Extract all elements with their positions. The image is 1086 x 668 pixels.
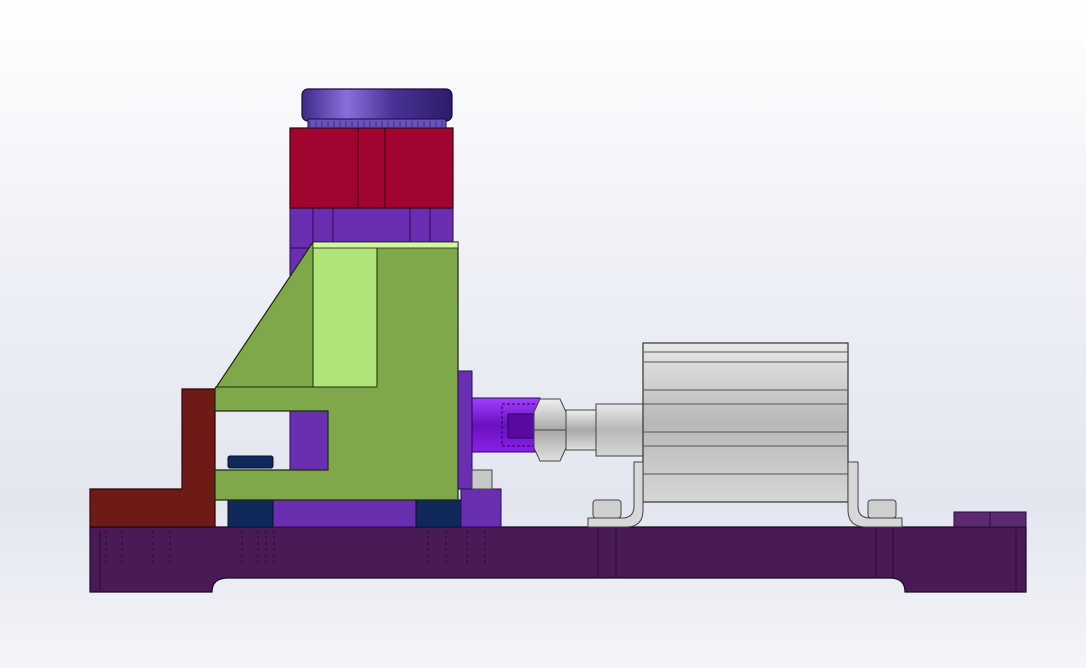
base-plate[interactable] [89, 526, 1027, 593]
navy-spacer-right[interactable] [415, 499, 462, 528]
red-bracket[interactable] [89, 388, 216, 528]
crimson-block[interactable] [289, 127, 454, 209]
hex-nut[interactable] [533, 398, 597, 462]
navy-spacer-left[interactable] [227, 499, 274, 528]
cad-viewport[interactable] [0, 0, 1086, 668]
right-boss[interactable] [953, 511, 1027, 528]
navy-pad[interactable] [227, 455, 274, 469]
cylinder-foot-left[interactable] [587, 461, 644, 528]
violet-coupling[interactable] [471, 397, 541, 453]
cylinder-foot-right[interactable] [847, 461, 903, 528]
lower-purple-plate[interactable] [272, 499, 417, 528]
assembly-drawing [89, 88, 1027, 593]
knob-cap[interactable] [301, 88, 453, 129]
